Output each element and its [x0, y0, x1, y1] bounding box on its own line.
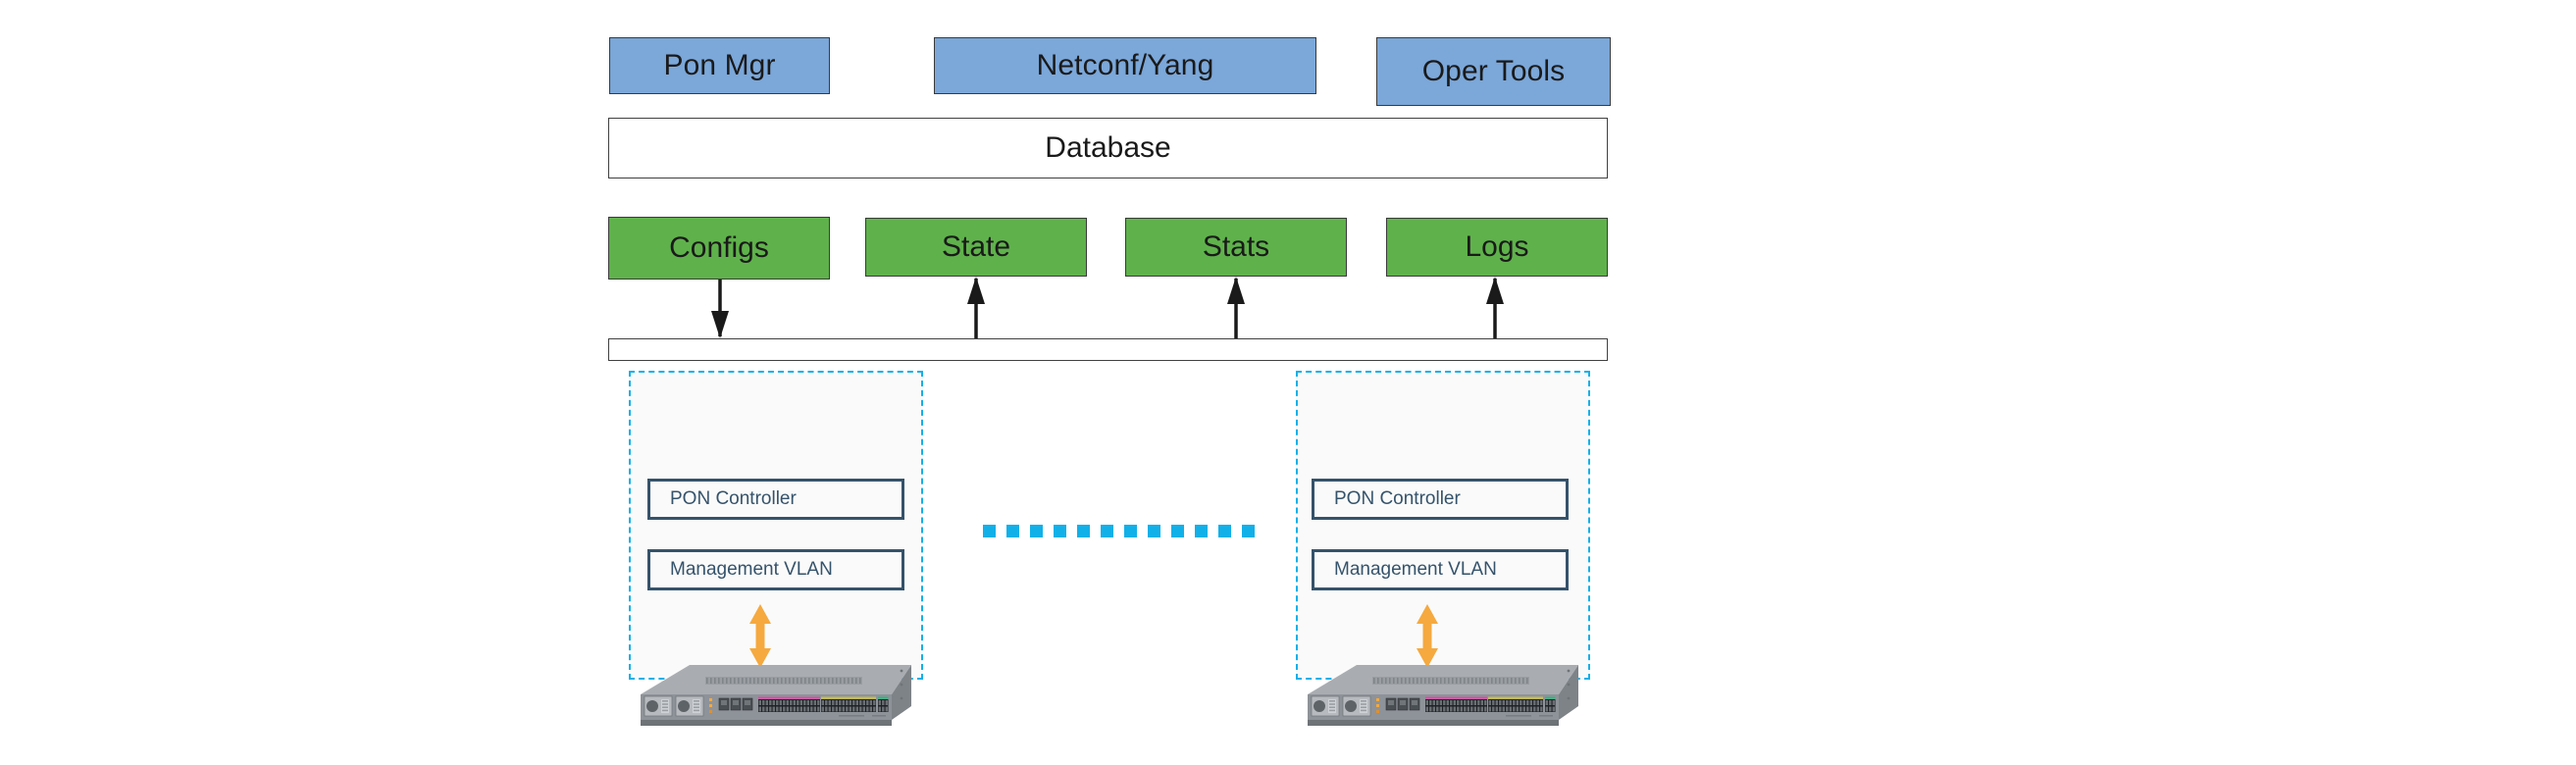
device-right-switch-image — [1296, 651, 1590, 745]
separator-dot — [1195, 525, 1208, 537]
navy-box-label: Management VLAN — [1334, 559, 1497, 580]
device-right-management-vlan-box[interactable]: Management VLAN — [1312, 549, 1569, 590]
app-box-pon-mgr[interactable]: Pon Mgr — [609, 37, 830, 94]
device-continuation-separator — [983, 525, 1255, 537]
flow-arrow-logs-up — [1486, 277, 1504, 338]
navy-box-label: Management VLAN — [670, 559, 833, 580]
separator-dot — [1101, 525, 1113, 537]
store-box-label: State — [941, 230, 1011, 263]
separator-dot — [1077, 525, 1090, 537]
separator-dot — [983, 525, 996, 537]
navy-box-label: PON Controller — [670, 488, 797, 509]
device-right-panel — [1296, 371, 1590, 680]
app-box-oper-tools[interactable]: Oper Tools — [1376, 37, 1611, 106]
separator-dot — [1171, 525, 1184, 537]
store-box-stats[interactable]: Stats — [1125, 218, 1347, 277]
device-left-management-vlan-box[interactable]: Management VLAN — [647, 549, 904, 590]
database-bar[interactable]: Database — [608, 118, 1608, 178]
separator-dot — [1006, 525, 1019, 537]
app-box-netconf-yang[interactable]: Netconf/Yang — [934, 37, 1316, 94]
navy-box-label: PON Controller — [1334, 488, 1461, 509]
separator-dot — [1148, 525, 1160, 537]
flow-arrow-state-up — [967, 277, 985, 338]
separator-dot — [1054, 525, 1066, 537]
device-left-switch-image — [629, 651, 923, 745]
store-box-state[interactable]: State — [865, 218, 1087, 277]
store-box-label: Logs — [1465, 230, 1529, 263]
store-box-label: Configs — [669, 231, 769, 264]
separator-dot — [1242, 525, 1255, 537]
management-bus-bar — [608, 338, 1608, 361]
flow-arrow-stats-up — [1227, 277, 1245, 338]
device-left-panel — [629, 371, 923, 680]
diagram-canvas: Pon Mgr Netconf/Yang Oper Tools Database Con… — [0, 0, 2576, 765]
store-box-configs[interactable]: Configs — [608, 217, 830, 280]
separator-dot — [1124, 525, 1137, 537]
store-box-label: Stats — [1202, 230, 1270, 263]
device-right-pon-controller-box[interactable]: PON Controller — [1312, 479, 1569, 520]
flow-arrow-configs-down — [711, 280, 729, 338]
separator-dot — [1218, 525, 1231, 537]
app-box-label: Pon Mgr — [663, 49, 776, 81]
database-label: Database — [1045, 131, 1171, 164]
app-box-label: Netconf/Yang — [1036, 49, 1214, 81]
store-box-logs[interactable]: Logs — [1386, 218, 1608, 277]
app-box-label: Oper Tools — [1421, 55, 1566, 87]
separator-dot — [1030, 525, 1043, 537]
device-left-pon-controller-box[interactable]: PON Controller — [647, 479, 904, 520]
